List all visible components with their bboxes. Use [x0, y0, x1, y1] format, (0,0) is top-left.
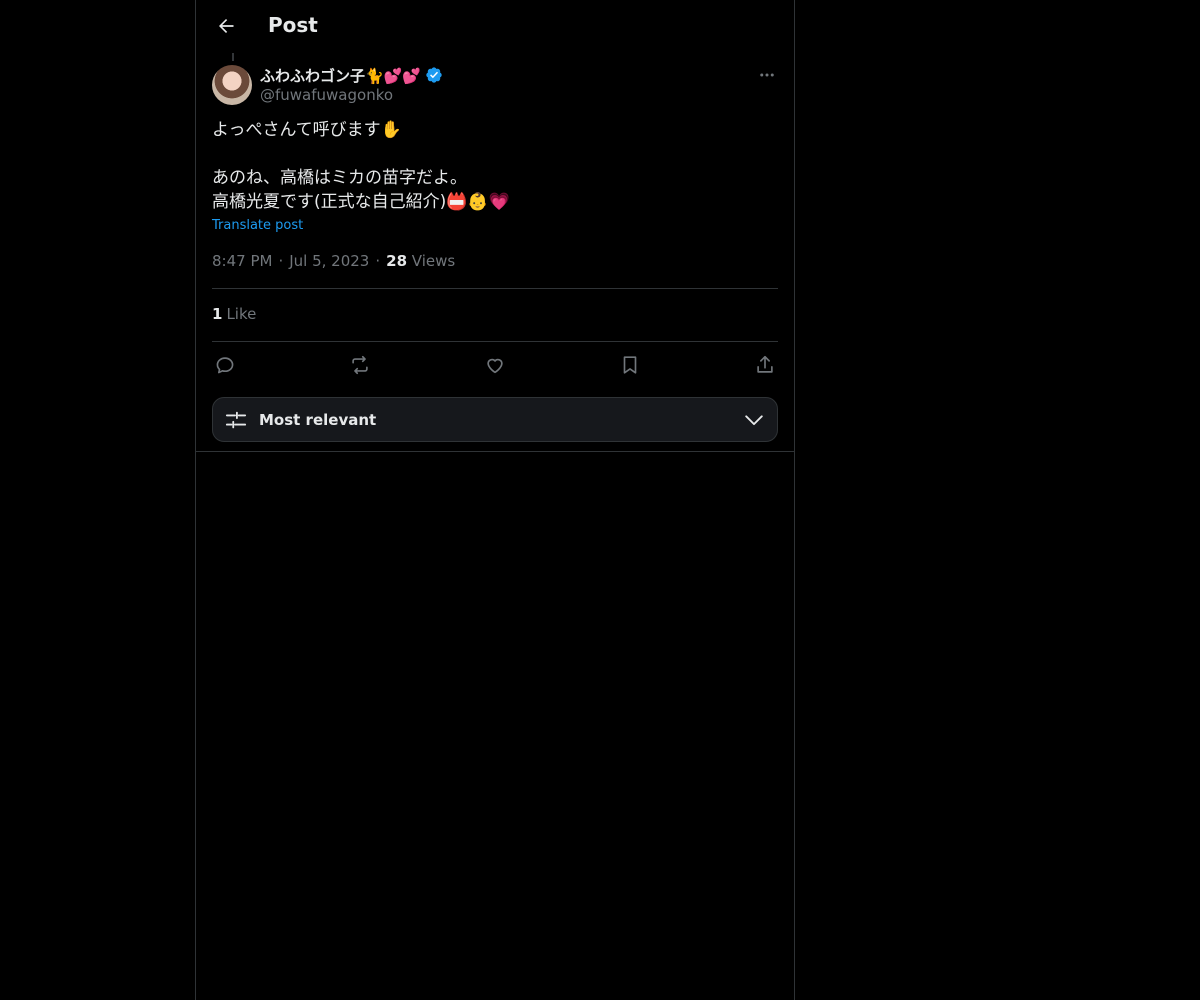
top-bar: Post	[196, 0, 794, 53]
views: 28 Views	[386, 252, 455, 270]
post-header: ふわふわゴン子🐈💕💕 @fuwafuwagonko	[212, 64, 778, 106]
meta-separator: ·	[375, 252, 381, 270]
bookmark-icon	[623, 356, 637, 374]
avatar[interactable]	[212, 65, 252, 105]
reply-button[interactable]	[212, 352, 238, 378]
action-bar	[212, 352, 778, 378]
reply-sort-dropdown[interactable]: Most relevant	[212, 397, 778, 442]
post-date[interactable]: Jul 5, 2023	[289, 252, 369, 270]
post-time[interactable]: 8:47 PM	[212, 252, 272, 270]
share-button[interactable]	[752, 352, 778, 378]
divider	[212, 341, 778, 342]
likes-count: 1	[212, 305, 223, 323]
bookmark-button[interactable]	[617, 352, 643, 378]
views-label: Views	[411, 252, 456, 270]
likes-summary[interactable]: 1 Like	[212, 305, 256, 323]
views-count: 28	[386, 252, 408, 270]
share-icon	[757, 355, 773, 373]
section-divider	[196, 451, 794, 452]
post-text-line: あのね、高橋はミカの苗字だよ。	[212, 168, 467, 188]
heart-icon	[487, 358, 503, 374]
post-text: よっぺさんて呼びます✋ あのね、高橋はミカの苗字だよ。 高橋光夏です(正式な自己…	[212, 118, 778, 214]
arrow-left-icon	[219, 19, 234, 33]
author-display-name[interactable]: ふわふわゴン子🐈💕💕	[260, 65, 421, 86]
sliders-icon	[225, 411, 247, 428]
page-title: Post	[268, 13, 318, 37]
translate-post-link[interactable]: Translate post	[212, 218, 303, 233]
verified-badge-icon[interactable]	[425, 66, 443, 84]
post-text-line: 高橋光夏です(正式な自己紹介)📛👶💗	[212, 192, 510, 212]
post-text-line: よっぺさんて呼びます✋	[212, 120, 402, 140]
likes-label: Like	[226, 305, 257, 323]
author-name-row[interactable]: ふわふわゴン子🐈💕💕	[260, 64, 443, 86]
chevron-down-icon	[745, 414, 763, 425]
main-column: Post ふわふわゴン子🐈💕💕 @fuwafuwagonko よっぺさんて呼びま…	[195, 0, 795, 1000]
post-meta: 8:47 PM · Jul 5, 2023 · 28 Views	[212, 252, 455, 270]
more-button[interactable]	[756, 64, 778, 86]
like-button[interactable]	[482, 352, 508, 378]
divider	[212, 288, 778, 289]
repost-icon	[352, 355, 368, 375]
reply-icon	[216, 357, 234, 374]
sort-label: Most relevant	[259, 410, 377, 429]
meta-separator: ·	[278, 252, 284, 270]
repost-button[interactable]	[347, 352, 373, 378]
thread-connector	[232, 53, 234, 61]
back-button[interactable]	[208, 8, 244, 44]
author-handle[interactable]: @fuwafuwagonko	[260, 86, 393, 104]
more-horizontal-icon	[760, 73, 774, 77]
